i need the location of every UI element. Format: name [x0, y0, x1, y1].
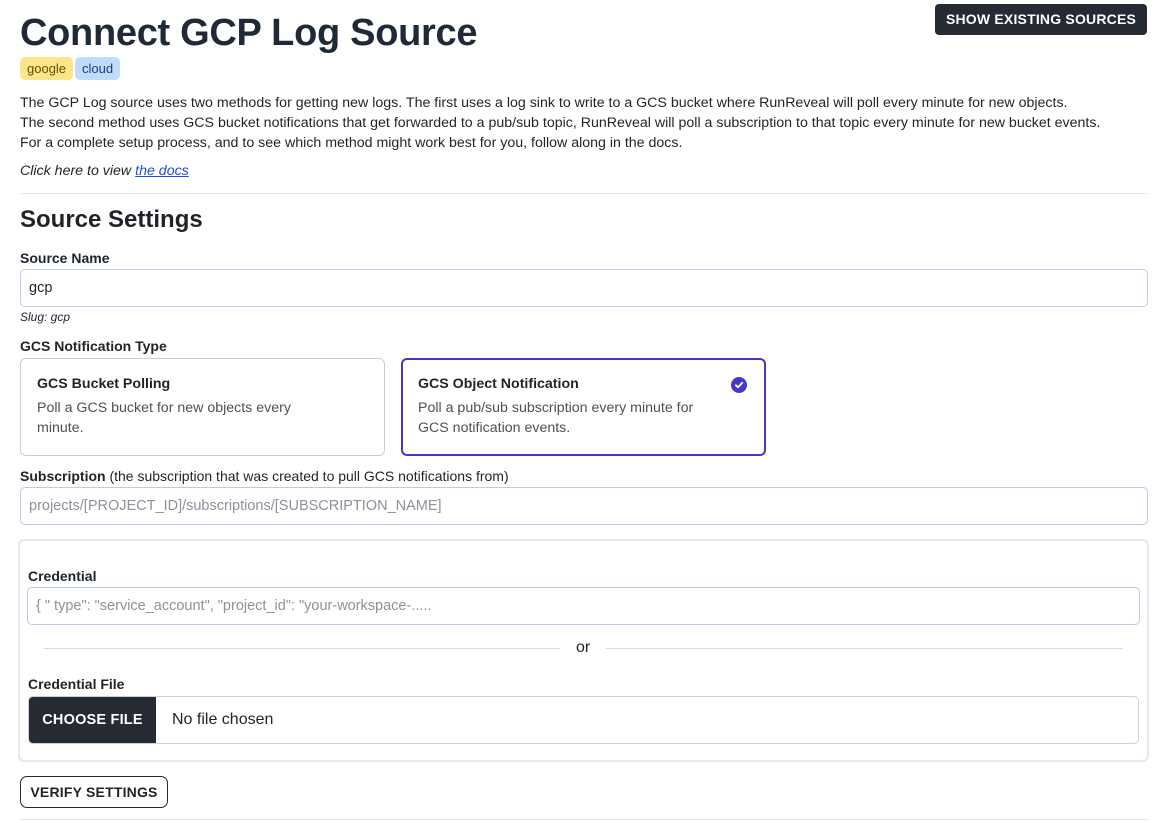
source-description: The GCP Log source uses two methods for …	[20, 93, 1148, 153]
subscription-hint: (the subscription that was created to pu…	[109, 468, 509, 484]
option-title: GCS Bucket Polling	[37, 376, 171, 392]
option-gcs-object-notification[interactable]: GCS Object Notification Poll a pub/sub s…	[401, 358, 766, 456]
docs-link[interactable]: the docs	[135, 163, 189, 179]
or-separator: or	[576, 639, 591, 656]
subscription-label: Subscription (the subscription that was …	[20, 468, 509, 484]
credential-file-label: Credential File	[28, 676, 125, 692]
page-title: Connect GCP Log Source	[20, 12, 478, 54]
notification-type-label: GCS Notification Type	[20, 338, 167, 354]
option-gcs-bucket-polling[interactable]: GCS Bucket Polling Poll a GCS bucket for…	[20, 358, 385, 456]
source-name-label: Source Name	[20, 250, 110, 266]
docs-callout: Click here to view the docs	[20, 161, 189, 181]
description-line: The second method uses GCS bucket notifi…	[20, 115, 1101, 131]
check-circle-icon	[731, 377, 747, 393]
option-description: Poll a pub/sub subscription every minute…	[418, 400, 694, 436]
description-line: The GCP Log source uses two methods for …	[20, 95, 1068, 111]
subscription-input[interactable]	[20, 487, 1148, 525]
option-title: GCS Object Notification	[418, 376, 579, 392]
tag-cloud: cloud	[75, 57, 121, 80]
credential-label: Credential	[28, 568, 97, 584]
source-name-input[interactable]	[20, 269, 1148, 307]
tag-google: google	[20, 57, 74, 80]
choose-file-button[interactable]: CHOOSE FILE	[29, 697, 156, 743]
description-line: For a complete setup process, and to see…	[20, 135, 683, 151]
show-existing-sources-button[interactable]: SHOW EXISTING SOURCES	[935, 4, 1147, 35]
credential-input[interactable]	[27, 587, 1140, 625]
verify-settings-button[interactable]: VERIFY SETTINGS	[20, 776, 168, 808]
subscription-label-text: Subscription	[20, 468, 106, 484]
divider	[606, 648, 1123, 649]
section-title: Source Settings	[20, 206, 203, 233]
divider	[44, 648, 560, 649]
file-status: No file chosen	[172, 711, 274, 728]
tag-list: google cloud	[20, 57, 121, 80]
option-description: Poll a GCS bucket for new objects every …	[37, 400, 291, 436]
slug-text: Slug: gcp	[20, 310, 71, 324]
divider	[20, 193, 1147, 194]
credential-file-input[interactable]: CHOOSE FILE No file chosen	[28, 696, 1139, 744]
docs-prefix: Click here to view	[20, 163, 132, 179]
divider	[20, 819, 1147, 820]
